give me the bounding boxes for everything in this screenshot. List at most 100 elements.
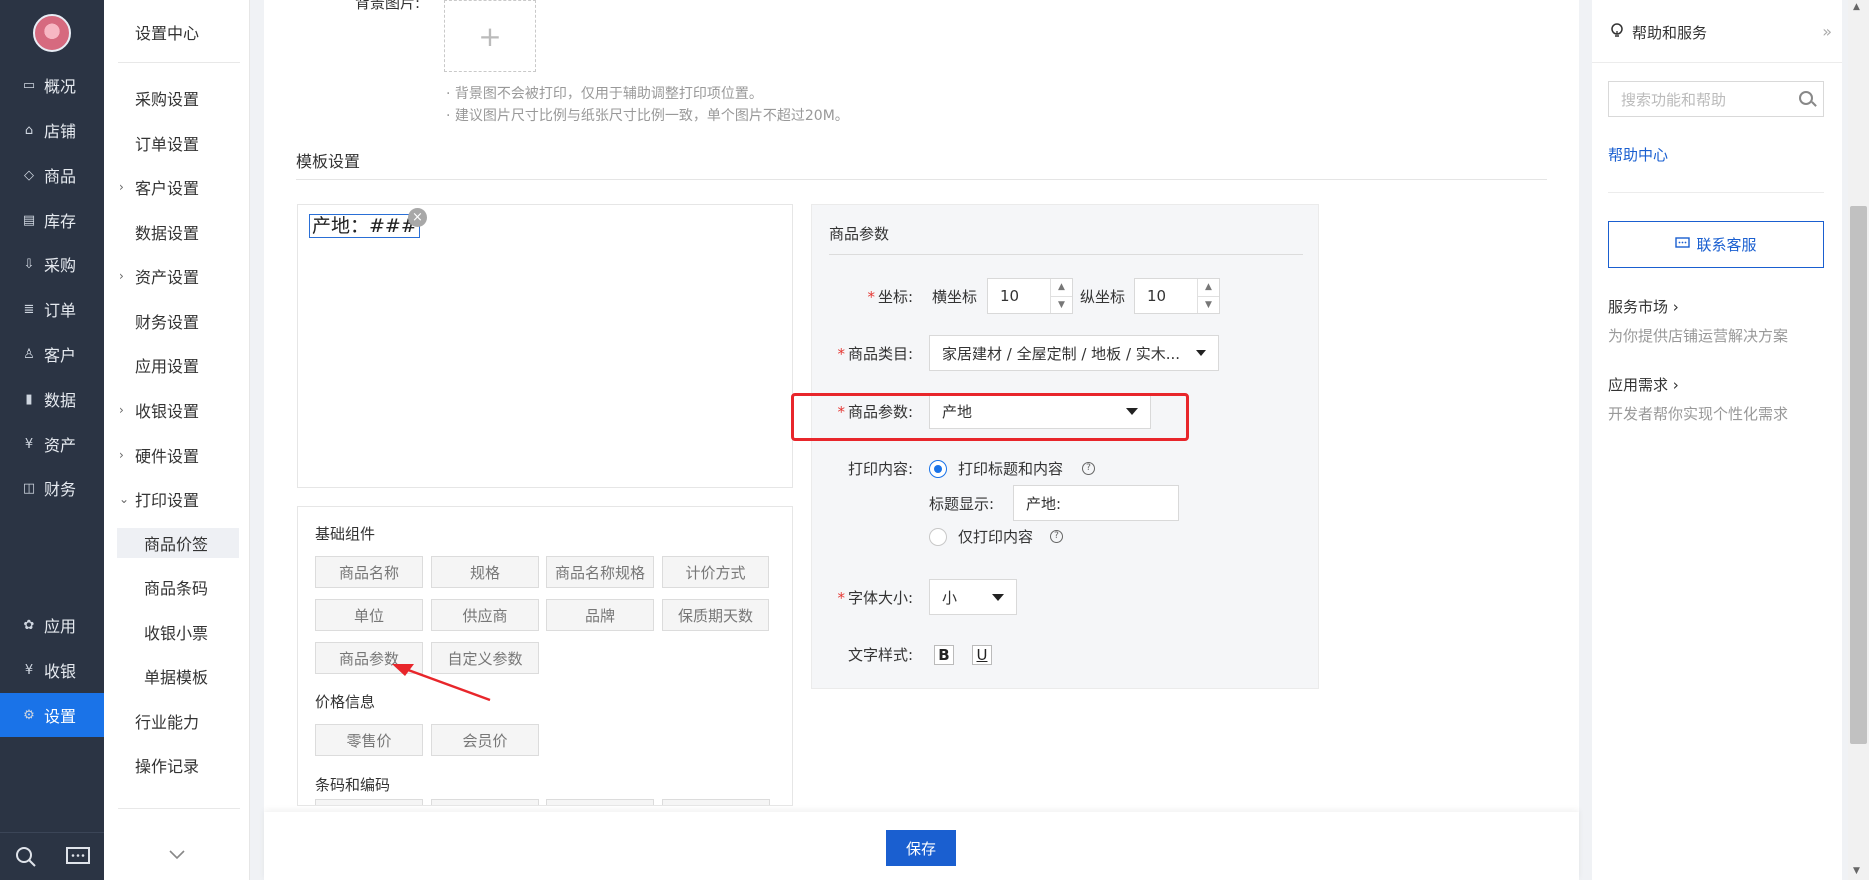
search-icon[interactable] bbox=[1799, 91, 1813, 105]
chevron-down-icon[interactable] bbox=[168, 846, 186, 864]
print-title-content-radio[interactable] bbox=[929, 460, 947, 478]
y-coord-stepper[interactable]: ▲ ▼ bbox=[1197, 279, 1219, 313]
submenu-item-1[interactable]: 订单设置 bbox=[104, 128, 250, 158]
annotation-highlight-box bbox=[791, 393, 1189, 441]
nav-item-8[interactable]: ¥ 资产 bbox=[0, 422, 104, 466]
app-needs-desc: 开发者帮你实现个性化需求 bbox=[1608, 405, 1789, 423]
component-button[interactable] bbox=[431, 799, 539, 805]
submenu-extra-1[interactable]: 操作记录 bbox=[104, 750, 250, 780]
component-button[interactable] bbox=[662, 799, 770, 805]
print-title-content-label: 打印标题和内容 bbox=[958, 460, 1064, 478]
nav-item-3[interactable]: ▤ 库存 bbox=[0, 198, 104, 242]
scrollbar-thumb[interactable] bbox=[1850, 206, 1867, 744]
submenu-item-5[interactable]: 财务设置 bbox=[104, 306, 250, 336]
help-search-input[interactable]: 搜索功能和帮助 bbox=[1608, 81, 1824, 117]
submenu-item-label: 硬件设置 bbox=[135, 447, 200, 466]
store-icon: ⌂ bbox=[24, 122, 34, 138]
submenu-item-0[interactable]: 采购设置 bbox=[104, 83, 250, 113]
scroll-up-icon[interactable]: ▲ bbox=[1853, 2, 1860, 12]
component-button[interactable]: 零售价 bbox=[315, 724, 423, 756]
bold-button[interactable]: B bbox=[934, 645, 954, 665]
left-nav: ▭ 概况 ⌂ 店铺 ◇ 商品 ▤ 库存 ⇩ 采购 ≣ 订单 ♙ 客户 ▮ 数据 ¥ 资产 ◫ 财务 ✿ 应用 ¥ 收银 ⚙ 设置 bbox=[0, 0, 104, 880]
nav-item-lower-2[interactable]: ⚙ 设置 bbox=[0, 693, 104, 737]
contact-support-button[interactable]: 联系客服 bbox=[1608, 221, 1824, 268]
submenu-item-9[interactable]: ⌄ 打印设置 bbox=[104, 484, 250, 514]
submenu-item-8[interactable]: › 硬件设置 bbox=[104, 440, 250, 470]
group-title: 条码和编码 bbox=[315, 776, 391, 794]
search-icon[interactable] bbox=[13, 844, 39, 870]
order-icon: ≣ bbox=[23, 301, 35, 317]
component-button[interactable]: 自定义参数 bbox=[431, 642, 539, 674]
title-show-input[interactable]: 产地: bbox=[1013, 485, 1179, 521]
font-size-select[interactable]: 小 bbox=[929, 579, 1017, 615]
nav-item-5[interactable]: ≣ 订单 bbox=[0, 287, 104, 331]
nav-item-lower-0[interactable]: ✿ 应用 bbox=[0, 603, 104, 647]
nav-item-label: 库存 bbox=[44, 212, 77, 231]
submenu-item-label: 采购设置 bbox=[135, 90, 200, 109]
asset-icon: ¥ bbox=[24, 436, 34, 452]
help-icon[interactable]: ? bbox=[1082, 462, 1095, 475]
upload-background-button[interactable]: + bbox=[444, 0, 536, 72]
nav-item-2[interactable]: ◇ 商品 bbox=[0, 153, 104, 197]
component-button[interactable] bbox=[315, 799, 423, 805]
settings-submenu: 设置中心 采购设置 订单设置 › 客户设置 数据设置 › 资产设置 财务设置 应用设置 › 收银设置… bbox=[104, 0, 250, 880]
component-button[interactable] bbox=[546, 799, 654, 805]
upload-label: 背景图片: bbox=[355, 0, 421, 12]
preview-field-chip[interactable]: 产地：### bbox=[309, 214, 420, 238]
submenu-child-0[interactable]: 商品价签 bbox=[117, 528, 239, 558]
label-preview-canvas[interactable]: 产地：### × bbox=[297, 204, 793, 488]
component-button[interactable]: 供应商 bbox=[431, 599, 539, 631]
close-icon[interactable]: × bbox=[408, 208, 427, 227]
nav-item-0[interactable]: ▭ 概况 bbox=[0, 63, 104, 107]
component-button[interactable]: 会员价 bbox=[431, 724, 539, 756]
help-center-link[interactable]: 帮助中心 bbox=[1608, 144, 1668, 165]
underline-button[interactable]: U bbox=[972, 645, 992, 665]
avatar[interactable] bbox=[33, 14, 71, 52]
finance-icon: ◫ bbox=[22, 480, 36, 496]
component-button[interactable]: 单位 bbox=[315, 599, 423, 631]
print-content-only-radio[interactable] bbox=[929, 528, 947, 546]
collapse-icon[interactable]: » bbox=[1822, 22, 1832, 41]
component-button[interactable]: 商品参数 bbox=[315, 642, 423, 674]
nav-item-label: 设置 bbox=[44, 707, 77, 726]
nav-item-lower-1[interactable]: ¥ 收银 bbox=[0, 648, 104, 692]
x-coord-stepper[interactable]: ▲ ▼ bbox=[1050, 279, 1072, 313]
footer-bar: 保存 bbox=[264, 812, 1579, 880]
scrollbar[interactable]: ▲ ▼ bbox=[1848, 0, 1869, 880]
chat-icon[interactable] bbox=[65, 844, 91, 870]
nav-item-9[interactable]: ◫ 财务 bbox=[0, 466, 104, 510]
submenu-item-7[interactable]: › 收银设置 bbox=[104, 395, 250, 425]
submenu-item-label: 财务设置 bbox=[135, 313, 200, 332]
component-button[interactable]: 商品名称规格 bbox=[546, 556, 654, 588]
message-icon bbox=[1675, 236, 1691, 254]
help-icon[interactable]: ? bbox=[1050, 530, 1063, 543]
save-button[interactable]: 保存 bbox=[886, 830, 956, 866]
submenu-extra-0[interactable]: 行业能力 bbox=[104, 706, 250, 736]
submenu-child-3[interactable]: 单据模板 bbox=[104, 661, 250, 691]
submenu-item-2[interactable]: › 客户设置 bbox=[104, 172, 250, 202]
y-coord-input[interactable]: 10 ▲ ▼ bbox=[1134, 278, 1220, 314]
component-button[interactable]: 商品名称 bbox=[315, 556, 423, 588]
submenu-item-label: 订单设置 bbox=[135, 135, 200, 154]
nav-item-6[interactable]: ♙ 客户 bbox=[0, 332, 104, 376]
help-panel: 帮助和服务 » 搜索功能和帮助 帮助中心 联系客服 服务市场 › 为你提供店铺运… bbox=[1592, 0, 1842, 880]
submenu-child-1[interactable]: 商品条码 bbox=[104, 572, 250, 602]
nav-item-7[interactable]: ▮ 数据 bbox=[0, 377, 104, 421]
nav-item-4[interactable]: ⇩ 采购 bbox=[0, 242, 104, 286]
submenu-item-3[interactable]: 数据设置 bbox=[104, 217, 250, 247]
cashier-icon: ¥ bbox=[24, 662, 34, 678]
submenu-item-6[interactable]: 应用设置 bbox=[104, 350, 250, 380]
nav-item-1[interactable]: ⌂ 店铺 bbox=[0, 108, 104, 152]
component-button[interactable]: 保质期天数 bbox=[662, 599, 769, 631]
component-button[interactable]: 品牌 bbox=[546, 599, 654, 631]
x-coord-input[interactable]: 10 ▲ ▼ bbox=[987, 278, 1073, 314]
nav-bottom-bar bbox=[0, 832, 104, 880]
submenu-child-2[interactable]: 收银小票 bbox=[104, 617, 250, 647]
service-market-link[interactable]: 服务市场 › bbox=[1608, 296, 1679, 317]
submenu-item-4[interactable]: › 资产设置 bbox=[104, 261, 250, 291]
app-needs-link[interactable]: 应用需求 › bbox=[1608, 374, 1679, 395]
component-button[interactable]: 规格 bbox=[431, 556, 539, 588]
category-select[interactable]: 家居建材 / 全屋定制 / 地板 / 实木... bbox=[929, 335, 1219, 371]
scroll-down-icon[interactable]: ▼ bbox=[1853, 866, 1860, 876]
component-button[interactable]: 计价方式 bbox=[662, 556, 769, 588]
